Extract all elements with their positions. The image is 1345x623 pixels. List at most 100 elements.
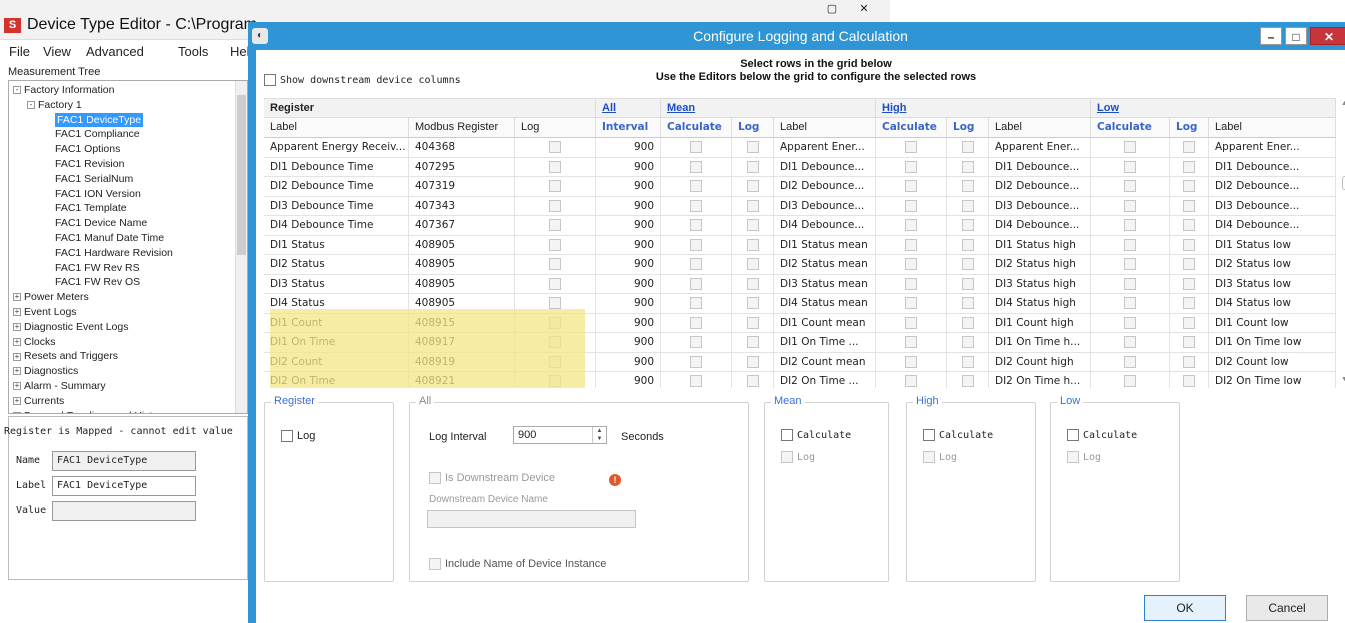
table-row[interactable]: DI1 Debounce Time 407295 900 DI1 Debounce..…	[264, 157, 1336, 177]
tree-item[interactable]: + Power Meters	[13, 290, 89, 304]
table-cell[interactable]: 408905	[409, 255, 515, 275]
checkbox[interactable]	[1183, 238, 1195, 251]
table-cell[interactable]: DI2 Debounce...	[774, 177, 876, 197]
table-cell-checkbox[interactable]	[1091, 216, 1170, 236]
checkbox[interactable]	[1183, 355, 1195, 368]
checkbox[interactable]	[690, 160, 702, 173]
checkbox[interactable]	[549, 219, 561, 231]
table-cell[interactable]: DI2 Status	[264, 255, 409, 275]
scroll-up-icon[interactable]: ▲	[1341, 100, 1345, 107]
menu-file[interactable]: File	[9, 44, 30, 59]
checkbox[interactable]	[746, 375, 759, 387]
checkbox[interactable]	[961, 297, 974, 309]
table-cell-checkbox[interactable]	[732, 216, 774, 236]
table-cell[interactable]: DI3 Debounce...	[989, 196, 1091, 216]
table-cell-checkbox[interactable]	[1091, 333, 1170, 353]
table-cell-checkbox[interactable]	[1091, 372, 1170, 388]
checkbox[interactable]	[961, 180, 974, 192]
checkbox[interactable]	[746, 180, 759, 192]
checkbox[interactable]	[549, 141, 561, 153]
close-icon[interactable]: ✕	[1310, 27, 1345, 45]
table-cell[interactable]: DI1 On Time ...	[774, 333, 876, 353]
menu-advanced[interactable]: Advanced	[86, 44, 144, 59]
checkbox[interactable]	[961, 355, 974, 368]
table-cell[interactable]: 900	[596, 138, 661, 158]
table-cell-checkbox[interactable]	[1091, 235, 1170, 255]
table-cell[interactable]: DI4 Status low	[1209, 294, 1336, 314]
table-cell-checkbox[interactable]	[661, 235, 732, 255]
checkbox[interactable]	[905, 199, 917, 212]
checkbox[interactable]	[690, 258, 702, 270]
table-cell-checkbox[interactable]	[876, 294, 947, 314]
table-row[interactable]: DI4 Debounce Time 407367 900 DI4 Debounce..…	[264, 216, 1336, 236]
table-cell-checkbox[interactable]	[1170, 255, 1209, 275]
label-input[interactable]: FAC1 DeviceType	[52, 476, 196, 496]
menu-help[interactable]: Hel	[230, 44, 250, 59]
tree-item[interactable]: FAC1 DeviceType	[55, 112, 144, 127]
table-cell[interactable]: DI3 Status high	[989, 274, 1091, 294]
table-cell[interactable]: DI4 Debounce Time	[264, 216, 409, 236]
table-cell[interactable]: DI1 Debounce...	[989, 157, 1091, 177]
tree-item[interactable]: FAC1 FW Rev RS	[55, 261, 140, 275]
column-header[interactable]: Calculate	[1091, 118, 1170, 138]
table-cell[interactable]: 900	[596, 196, 661, 216]
checkbox[interactable]	[746, 199, 759, 212]
name-input[interactable]: FAC1 DeviceType	[52, 451, 196, 471]
table-cell-checkbox[interactable]	[661, 138, 732, 158]
table-cell[interactable]: 900	[596, 372, 661, 388]
table-cell-checkbox[interactable]	[1170, 294, 1209, 314]
table-cell-checkbox[interactable]	[1170, 157, 1209, 177]
tree-item[interactable]: + Event Logs	[13, 305, 77, 319]
table-cell[interactable]: DI1 Count low	[1209, 313, 1336, 333]
table-cell-checkbox[interactable]	[515, 274, 596, 294]
table-cell-checkbox[interactable]	[1091, 196, 1170, 216]
tree-item[interactable]: FAC1 Revision	[55, 157, 124, 171]
cancel-button[interactable]: Cancel	[1246, 595, 1328, 621]
table-cell-checkbox[interactable]	[1170, 235, 1209, 255]
ok-button[interactable]: OK	[1144, 595, 1226, 621]
table-cell[interactable]: 407319	[409, 177, 515, 197]
table-cell-checkbox[interactable]	[947, 352, 989, 372]
table-cell[interactable]: DI4 Debounce...	[1209, 216, 1336, 236]
table-cell[interactable]: Apparent Ener...	[1209, 138, 1336, 158]
show-downstream-checkbox[interactable]: Show downstream device columns	[264, 74, 461, 86]
table-cell-checkbox[interactable]	[1091, 157, 1170, 177]
table-cell[interactable]: Apparent Energy Receiv...	[264, 138, 409, 158]
column-header[interactable]: Modbus Register	[409, 118, 515, 138]
table-cell-checkbox[interactable]	[661, 255, 732, 275]
table-cell-checkbox[interactable]	[876, 333, 947, 353]
checkbox[interactable]	[746, 336, 759, 348]
is-downstream-checkbox[interactable]: Is Downstream Device	[429, 472, 555, 485]
tree-item[interactable]: FAC1 ION Version	[55, 187, 141, 201]
tree-scroll-thumb[interactable]	[237, 95, 246, 255]
table-cell[interactable]: 404368	[409, 138, 515, 158]
checkbox[interactable]	[961, 199, 974, 212]
column-header[interactable]: Interval	[596, 118, 661, 138]
checkbox[interactable]	[549, 277, 561, 290]
checkbox[interactable]	[690, 375, 702, 387]
table-row[interactable]: DI3 Debounce Time 407343 900 DI3 Debounce..…	[264, 196, 1336, 216]
checkbox[interactable]	[905, 355, 917, 368]
expand-icon[interactable]: +	[13, 308, 21, 317]
checkbox[interactable]	[1124, 355, 1136, 368]
checkbox[interactable]	[746, 297, 759, 309]
table-cell-checkbox[interactable]	[732, 333, 774, 353]
checkbox[interactable]	[690, 141, 702, 153]
checkbox[interactable]	[1183, 316, 1195, 329]
checkbox[interactable]	[746, 258, 759, 270]
checkbox[interactable]	[1124, 316, 1136, 329]
checkbox[interactable]	[905, 277, 917, 290]
table-cell-checkbox[interactable]	[1170, 177, 1209, 197]
menu-view[interactable]: View	[43, 44, 71, 59]
high-calculate-box[interactable]	[923, 429, 935, 441]
table-cell-checkbox[interactable]	[1091, 313, 1170, 333]
checkbox[interactable]	[1183, 277, 1195, 290]
collapse-icon[interactable]: -	[13, 86, 21, 95]
table-cell[interactable]: DI3 Debounce...	[774, 196, 876, 216]
table-cell-checkbox[interactable]	[515, 235, 596, 255]
checkbox[interactable]	[905, 238, 917, 251]
tree-item[interactable]: FAC1 Manuf Date Time	[55, 231, 164, 245]
checkbox[interactable]	[690, 355, 702, 368]
maximize-icon[interactable]: ▢	[818, 2, 846, 18]
checkbox[interactable]	[1183, 219, 1195, 231]
